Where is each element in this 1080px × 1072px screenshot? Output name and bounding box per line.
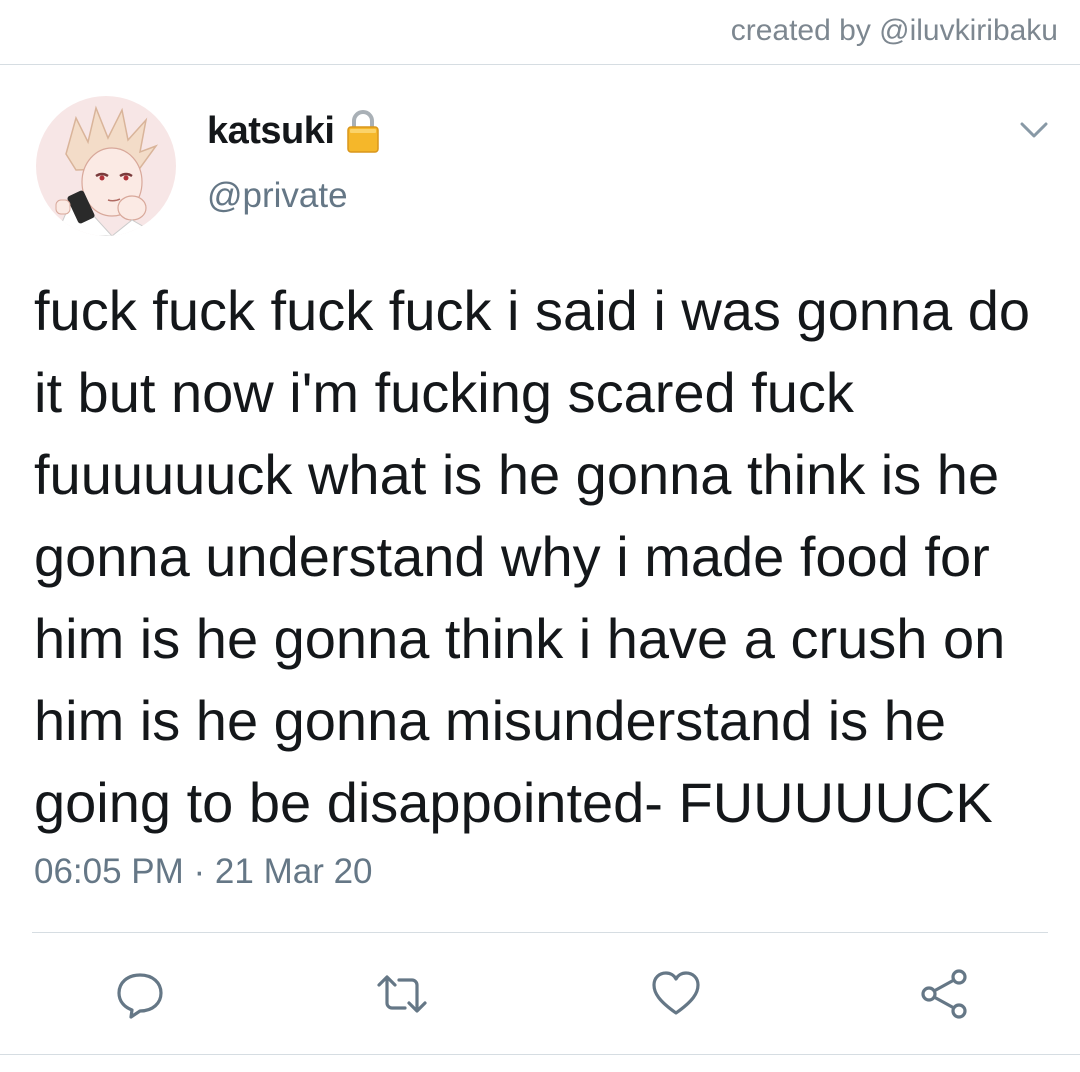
like-icon [652,971,700,1015]
retweet-icon [377,975,427,1013]
top-divider [0,64,1080,65]
tweet-timestamp[interactable]: 06:05 PM · 21 Mar 20 [34,852,373,892]
reply-icon [117,973,163,1019]
bottom-divider [0,1054,1080,1055]
display-name-row: katsuki [207,108,380,154]
tweet-screenshot: created by @iluvkiribaku katsuki @privat… [0,0,1080,1072]
display-name[interactable]: katsuki [207,110,335,153]
avatar-image [36,96,176,236]
avatar[interactable] [36,96,176,236]
action-divider [32,932,1048,933]
like-button[interactable] [644,962,708,1026]
share-icon [921,969,967,1019]
action-bar [0,962,1080,1026]
retweet-button[interactable] [370,962,434,1026]
reply-button[interactable] [108,962,172,1026]
creator-credit: created by @iluvkiribaku [730,14,1058,47]
share-button[interactable] [912,962,976,1026]
lock-icon [346,108,380,154]
chevron-down-icon[interactable] [1018,118,1050,142]
tweet-text: fuck fuck fuck fuck i said i was gonna d… [34,279,1046,834]
user-handle[interactable]: @private [207,176,348,216]
